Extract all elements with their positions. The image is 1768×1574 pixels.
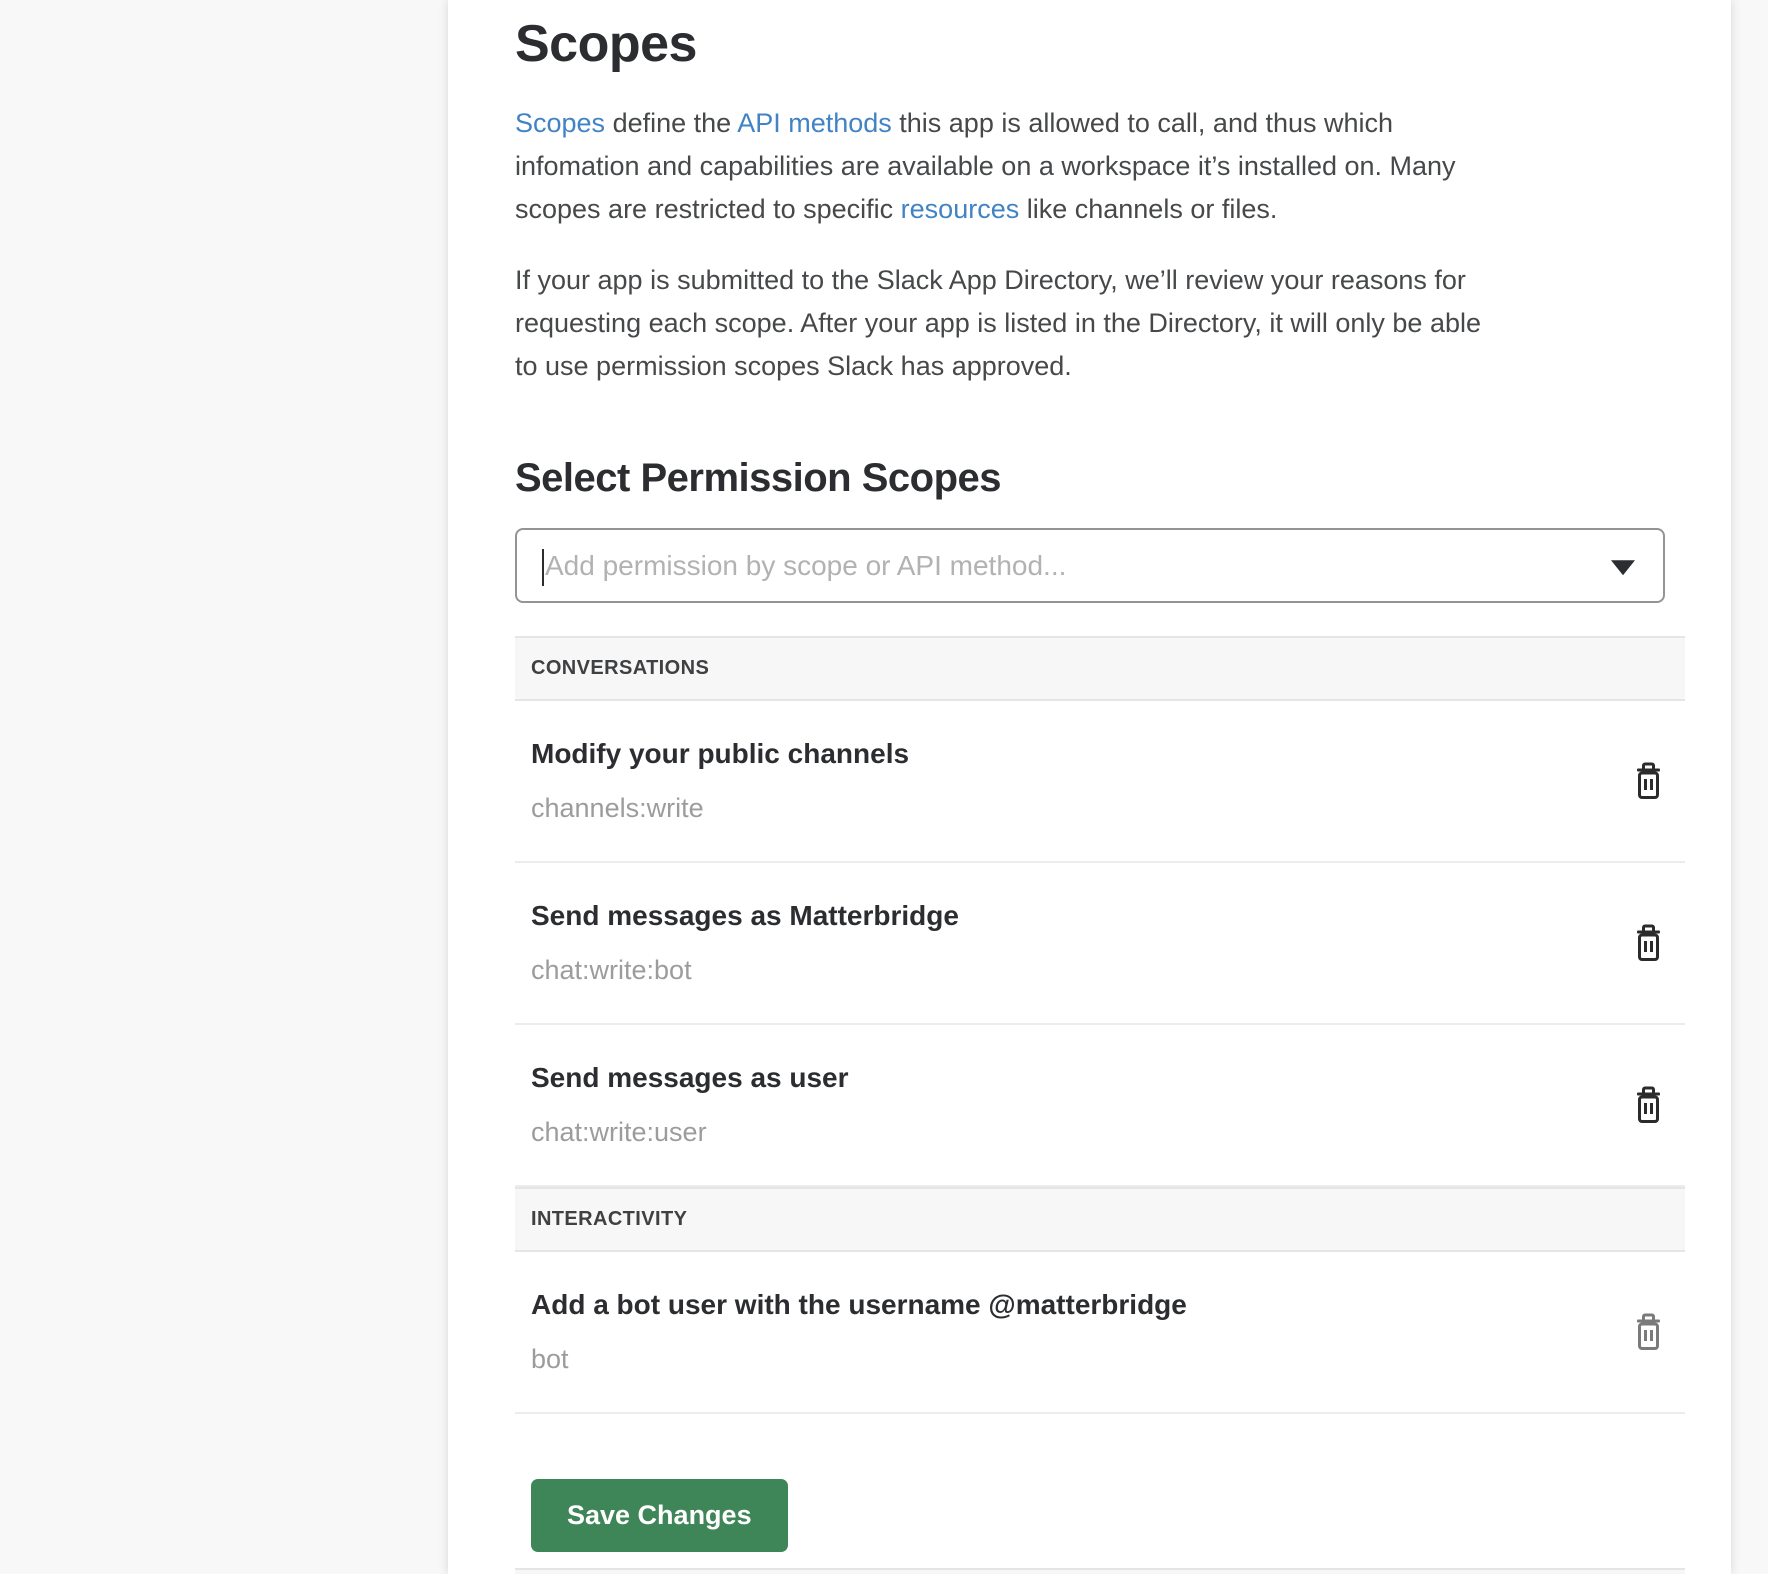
remove-scope-button[interactable] bbox=[1635, 1086, 1662, 1125]
directory-paragraph: If your app is submitted to the Slack Ap… bbox=[515, 259, 1685, 388]
scope-title: Add a bot user with the username @matter… bbox=[531, 1288, 1187, 1322]
left-sidebar bbox=[0, 0, 448, 1574]
section-header: CONVERSATIONS bbox=[515, 636, 1685, 701]
intro-text: define the bbox=[605, 108, 737, 138]
scope-code: bot bbox=[531, 1342, 1187, 1376]
scope-search-input[interactable] bbox=[517, 530, 1663, 601]
scope-code: chat:write:bot bbox=[531, 953, 959, 987]
section-header-label: CONVERSATIONS bbox=[531, 657, 709, 680]
scope-row: Send messages as user chat:write:user bbox=[515, 1025, 1685, 1187]
scope-row: Send messages as Matterbridge chat:write… bbox=[515, 863, 1685, 1025]
intro-paragraph: Scopes define the API methods this app i… bbox=[515, 102, 1685, 231]
api-methods-link[interactable]: API methods bbox=[737, 108, 892, 138]
scope-code: chat:write:user bbox=[531, 1115, 849, 1149]
trash-icon bbox=[1635, 1086, 1662, 1125]
scopes-link[interactable]: Scopes bbox=[515, 108, 605, 138]
scope-title: Send messages as Matterbridge bbox=[531, 899, 959, 933]
right-gutter bbox=[1731, 0, 1768, 1574]
trash-icon bbox=[1635, 762, 1662, 801]
intro-text: like channels or files. bbox=[1019, 194, 1277, 224]
trash-icon bbox=[1635, 1313, 1662, 1352]
section-header: INTERACTIVITY bbox=[515, 1187, 1685, 1252]
chevron-down-icon[interactable] bbox=[1611, 560, 1635, 575]
save-changes-button[interactable]: Save Changes bbox=[531, 1479, 788, 1552]
remove-scope-button[interactable] bbox=[1635, 762, 1662, 801]
remove-scope-button[interactable] bbox=[1635, 1313, 1662, 1352]
scope-search-box bbox=[515, 528, 1665, 603]
scope-title: Modify your public channels bbox=[531, 737, 909, 771]
section-header-label: INTERACTIVITY bbox=[531, 1208, 687, 1231]
scope-title: Send messages as user bbox=[531, 1061, 849, 1095]
scope-code: channels:write bbox=[531, 791, 909, 825]
trash-icon bbox=[1635, 924, 1662, 963]
next-section-band bbox=[515, 1568, 1685, 1574]
scope-row: Add a bot user with the username @matter… bbox=[515, 1252, 1685, 1414]
scope-list: CONVERSATIONS Modify your public channel… bbox=[515, 636, 1685, 1414]
scope-section: CONVERSATIONS Modify your public channel… bbox=[515, 636, 1685, 1187]
scope-row: Modify your public channels channels:wri… bbox=[515, 701, 1685, 863]
text-cursor bbox=[542, 549, 544, 586]
remove-scope-button[interactable] bbox=[1635, 924, 1662, 963]
select-permission-scopes-heading: Select Permission Scopes bbox=[515, 456, 1685, 500]
page-title: Scopes bbox=[515, 16, 1685, 72]
main-content: Scopes Scopes define the API methods thi… bbox=[448, 0, 1731, 1574]
resources-link[interactable]: resources bbox=[901, 194, 1020, 224]
scope-section: INTERACTIVITY Add a bot user with the us… bbox=[515, 1187, 1685, 1414]
